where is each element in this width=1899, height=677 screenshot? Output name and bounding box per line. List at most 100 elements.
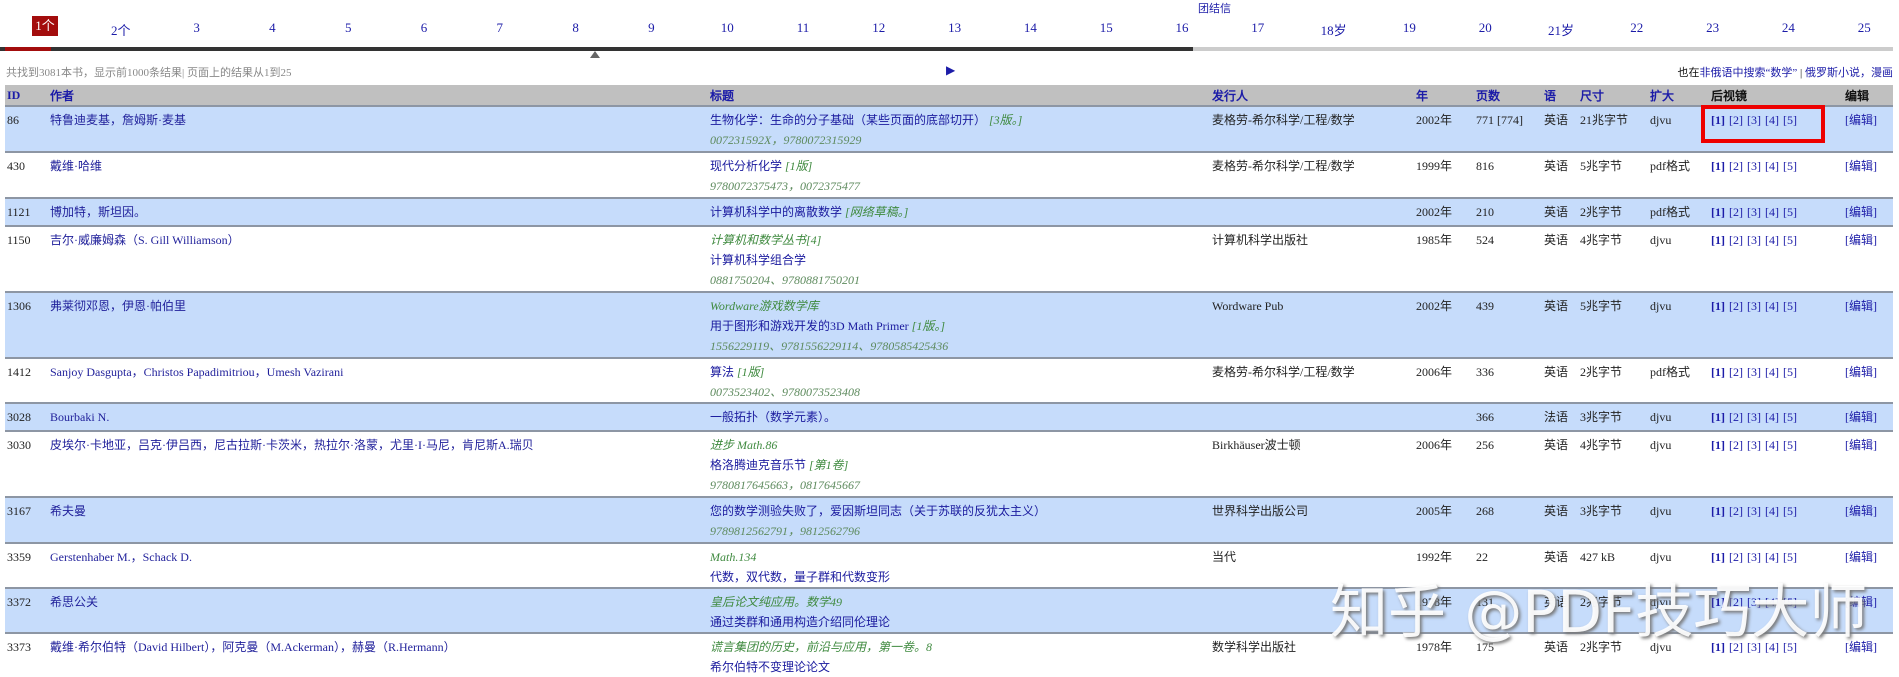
title-link[interactable]: 通过类群和通用构造介绍同伦理论 xyxy=(710,615,890,629)
author-link[interactable]: Gerstenhaber M.，Schack D. xyxy=(50,550,192,564)
mirror-link[interactable]: [2] xyxy=(1729,550,1743,564)
col-pages[interactable]: 页数 xyxy=(1474,85,1542,106)
mirror-link[interactable]: [2] xyxy=(1729,640,1743,654)
mirror-link[interactable]: [2] xyxy=(1729,205,1743,219)
mirror-link[interactable]: [4] xyxy=(1765,550,1779,564)
col-size[interactable]: 尺寸 xyxy=(1578,85,1648,106)
mirror-link[interactable]: [5] xyxy=(1783,365,1797,379)
title-link[interactable]: 希尔伯特不变理论论文 xyxy=(710,660,830,674)
mirror-link[interactable]: [1] xyxy=(1711,595,1725,609)
mirror-link[interactable]: [5] xyxy=(1783,410,1797,424)
mirror-link[interactable]: [1] xyxy=(1711,640,1725,654)
mirror-link[interactable]: [1] xyxy=(1711,233,1725,247)
edit-link[interactable]: [编辑] xyxy=(1845,595,1877,609)
col-year[interactable]: 年 xyxy=(1414,85,1474,106)
series-link[interactable]: 计算机和数学丛书[4] xyxy=(710,230,1208,250)
page-link[interactable]: 19 xyxy=(1389,20,1429,36)
author-link[interactable]: 弗莱彻邓恩，伊恩·帕伯里 xyxy=(50,299,186,313)
title-link[interactable]: 算法 xyxy=(710,365,734,379)
series-link[interactable]: Wordware游戏数学库 xyxy=(710,296,1208,316)
russian-fiction-link[interactable]: 俄罗斯小说，漫画 xyxy=(1805,67,1893,79)
page-link[interactable]: 22 xyxy=(1617,20,1657,36)
mirror-link[interactable]: [3] xyxy=(1747,205,1761,219)
title-link[interactable]: 现代分析化学 xyxy=(710,159,782,173)
author-link[interactable]: 博加特，斯坦因。 xyxy=(50,205,146,219)
mirror-link[interactable]: [5] xyxy=(1783,595,1797,609)
edit-link[interactable]: [编辑] xyxy=(1845,205,1877,219)
author-link[interactable]: 戴维·哈维 xyxy=(50,159,102,173)
page-link[interactable]: 7 xyxy=(480,20,520,36)
col-author[interactable]: 作者 xyxy=(48,85,708,106)
mirror-link[interactable]: [4] xyxy=(1765,299,1779,313)
col-title[interactable]: 标题 xyxy=(708,85,1210,106)
mirror-link[interactable]: [3] xyxy=(1747,504,1761,518)
series-link[interactable]: 皇后论文纯应用。数学49 xyxy=(710,592,1208,612)
page-link[interactable]: 4 xyxy=(252,20,292,36)
author-link[interactable]: 吉尔·威廉姆森（S. Gill Williamson） xyxy=(50,233,240,247)
page-link[interactable]: 12 xyxy=(859,20,899,36)
page-link[interactable]: 15 xyxy=(1086,20,1126,36)
page-link[interactable]: 9 xyxy=(631,20,671,36)
next-page-arrow-icon[interactable]: ▶ xyxy=(946,63,955,78)
mirror-link[interactable]: [3] xyxy=(1747,640,1761,654)
series-link[interactable]: 谎言集团的历史，前沿与应用，第一卷。8 xyxy=(710,637,1208,657)
mirror-link[interactable]: [1] xyxy=(1711,365,1725,379)
author-link[interactable]: Bourbaki N. xyxy=(50,410,109,424)
mirror-link[interactable]: [3] xyxy=(1747,550,1761,564)
mirror-link[interactable]: [3] xyxy=(1747,159,1761,173)
mirror-link[interactable]: [1] xyxy=(1711,299,1725,313)
edit-link[interactable]: [编辑] xyxy=(1845,233,1877,247)
edit-link[interactable]: [编辑] xyxy=(1845,365,1877,379)
col-extension[interactable]: 扩大 xyxy=(1648,85,1709,106)
edit-link[interactable]: [编辑] xyxy=(1845,640,1877,654)
page-link[interactable]: 1个 xyxy=(32,16,58,36)
page-link[interactable]: 11 xyxy=(783,20,823,36)
mirror-link[interactable]: [4] xyxy=(1765,595,1779,609)
edit-link[interactable]: [编辑] xyxy=(1845,159,1877,173)
mirror-link[interactable]: [2] xyxy=(1729,233,1743,247)
mirror-link[interactable]: [1] xyxy=(1711,410,1725,424)
mirror-link[interactable]: [1] xyxy=(1711,504,1725,518)
mirror-link[interactable]: [4] xyxy=(1765,205,1779,219)
mirror-link[interactable]: [2] xyxy=(1729,365,1743,379)
page-link[interactable]: 6 xyxy=(404,20,444,36)
mirror-link[interactable]: [2] xyxy=(1729,438,1743,452)
title-link[interactable]: 您的数学测验失败了，爱因斯坦同志（关于苏联的反犹太主义） xyxy=(710,504,1046,518)
col-id[interactable]: ID xyxy=(5,85,48,106)
mirror-link[interactable]: [2] xyxy=(1729,410,1743,424)
page-link[interactable]: 20 xyxy=(1465,20,1505,36)
mirror-link[interactable]: [1] xyxy=(1711,438,1725,452)
author-link[interactable]: 希夫曼 xyxy=(50,504,86,518)
mirror-link[interactable]: [2] xyxy=(1729,159,1743,173)
mirror-link[interactable]: [4] xyxy=(1765,365,1779,379)
mirror-link[interactable]: [5] xyxy=(1783,205,1797,219)
mirror-link[interactable]: [4] xyxy=(1765,159,1779,173)
page-link[interactable]: 24 xyxy=(1768,20,1808,36)
mirror-link[interactable]: [5] xyxy=(1783,438,1797,452)
mirror-link[interactable]: [2] xyxy=(1729,299,1743,313)
page-link[interactable]: 3 xyxy=(177,20,217,36)
page-link[interactable]: 23 xyxy=(1693,20,1733,36)
mirror-link[interactable]: [4] xyxy=(1765,504,1779,518)
page-link[interactable]: 13 xyxy=(935,20,975,36)
title-link[interactable]: 代数，双代数，量子群和代数变形 xyxy=(710,570,890,584)
mirror-link[interactable]: [4] xyxy=(1765,640,1779,654)
author-link[interactable]: Sanjoy Dasgupta，Christos Papadimitriou，U… xyxy=(50,365,343,379)
mirror-link[interactable]: [3] xyxy=(1747,410,1761,424)
title-link[interactable]: 一般拓扑（数学元素）。 xyxy=(710,410,836,424)
series-link[interactable]: 进步 Math.86 xyxy=(710,435,1208,455)
mirror-link[interactable]: [5] xyxy=(1783,550,1797,564)
col-publisher[interactable]: 发行人 xyxy=(1210,85,1414,106)
mirror-link[interactable]: [5] xyxy=(1783,504,1797,518)
page-link[interactable]: 16 xyxy=(1162,20,1202,36)
author-link[interactable]: 戴维·希尔伯特（David Hilbert），阿克曼（M.Ackerman），赫… xyxy=(50,640,456,654)
mirror-link[interactable]: [5] xyxy=(1783,299,1797,313)
author-link[interactable]: 特鲁迪麦基，詹姆斯·麦基 xyxy=(50,113,186,127)
page-link[interactable]: 5 xyxy=(328,20,368,36)
edit-link[interactable]: [编辑] xyxy=(1845,299,1877,313)
author-link[interactable]: 希思公关 xyxy=(50,595,98,609)
edit-link[interactable]: [编辑] xyxy=(1845,438,1877,452)
mirror-link[interactable]: [3] xyxy=(1747,438,1761,452)
col-language[interactable]: 语 xyxy=(1542,85,1578,106)
page-link[interactable]: 17 xyxy=(1238,20,1278,36)
